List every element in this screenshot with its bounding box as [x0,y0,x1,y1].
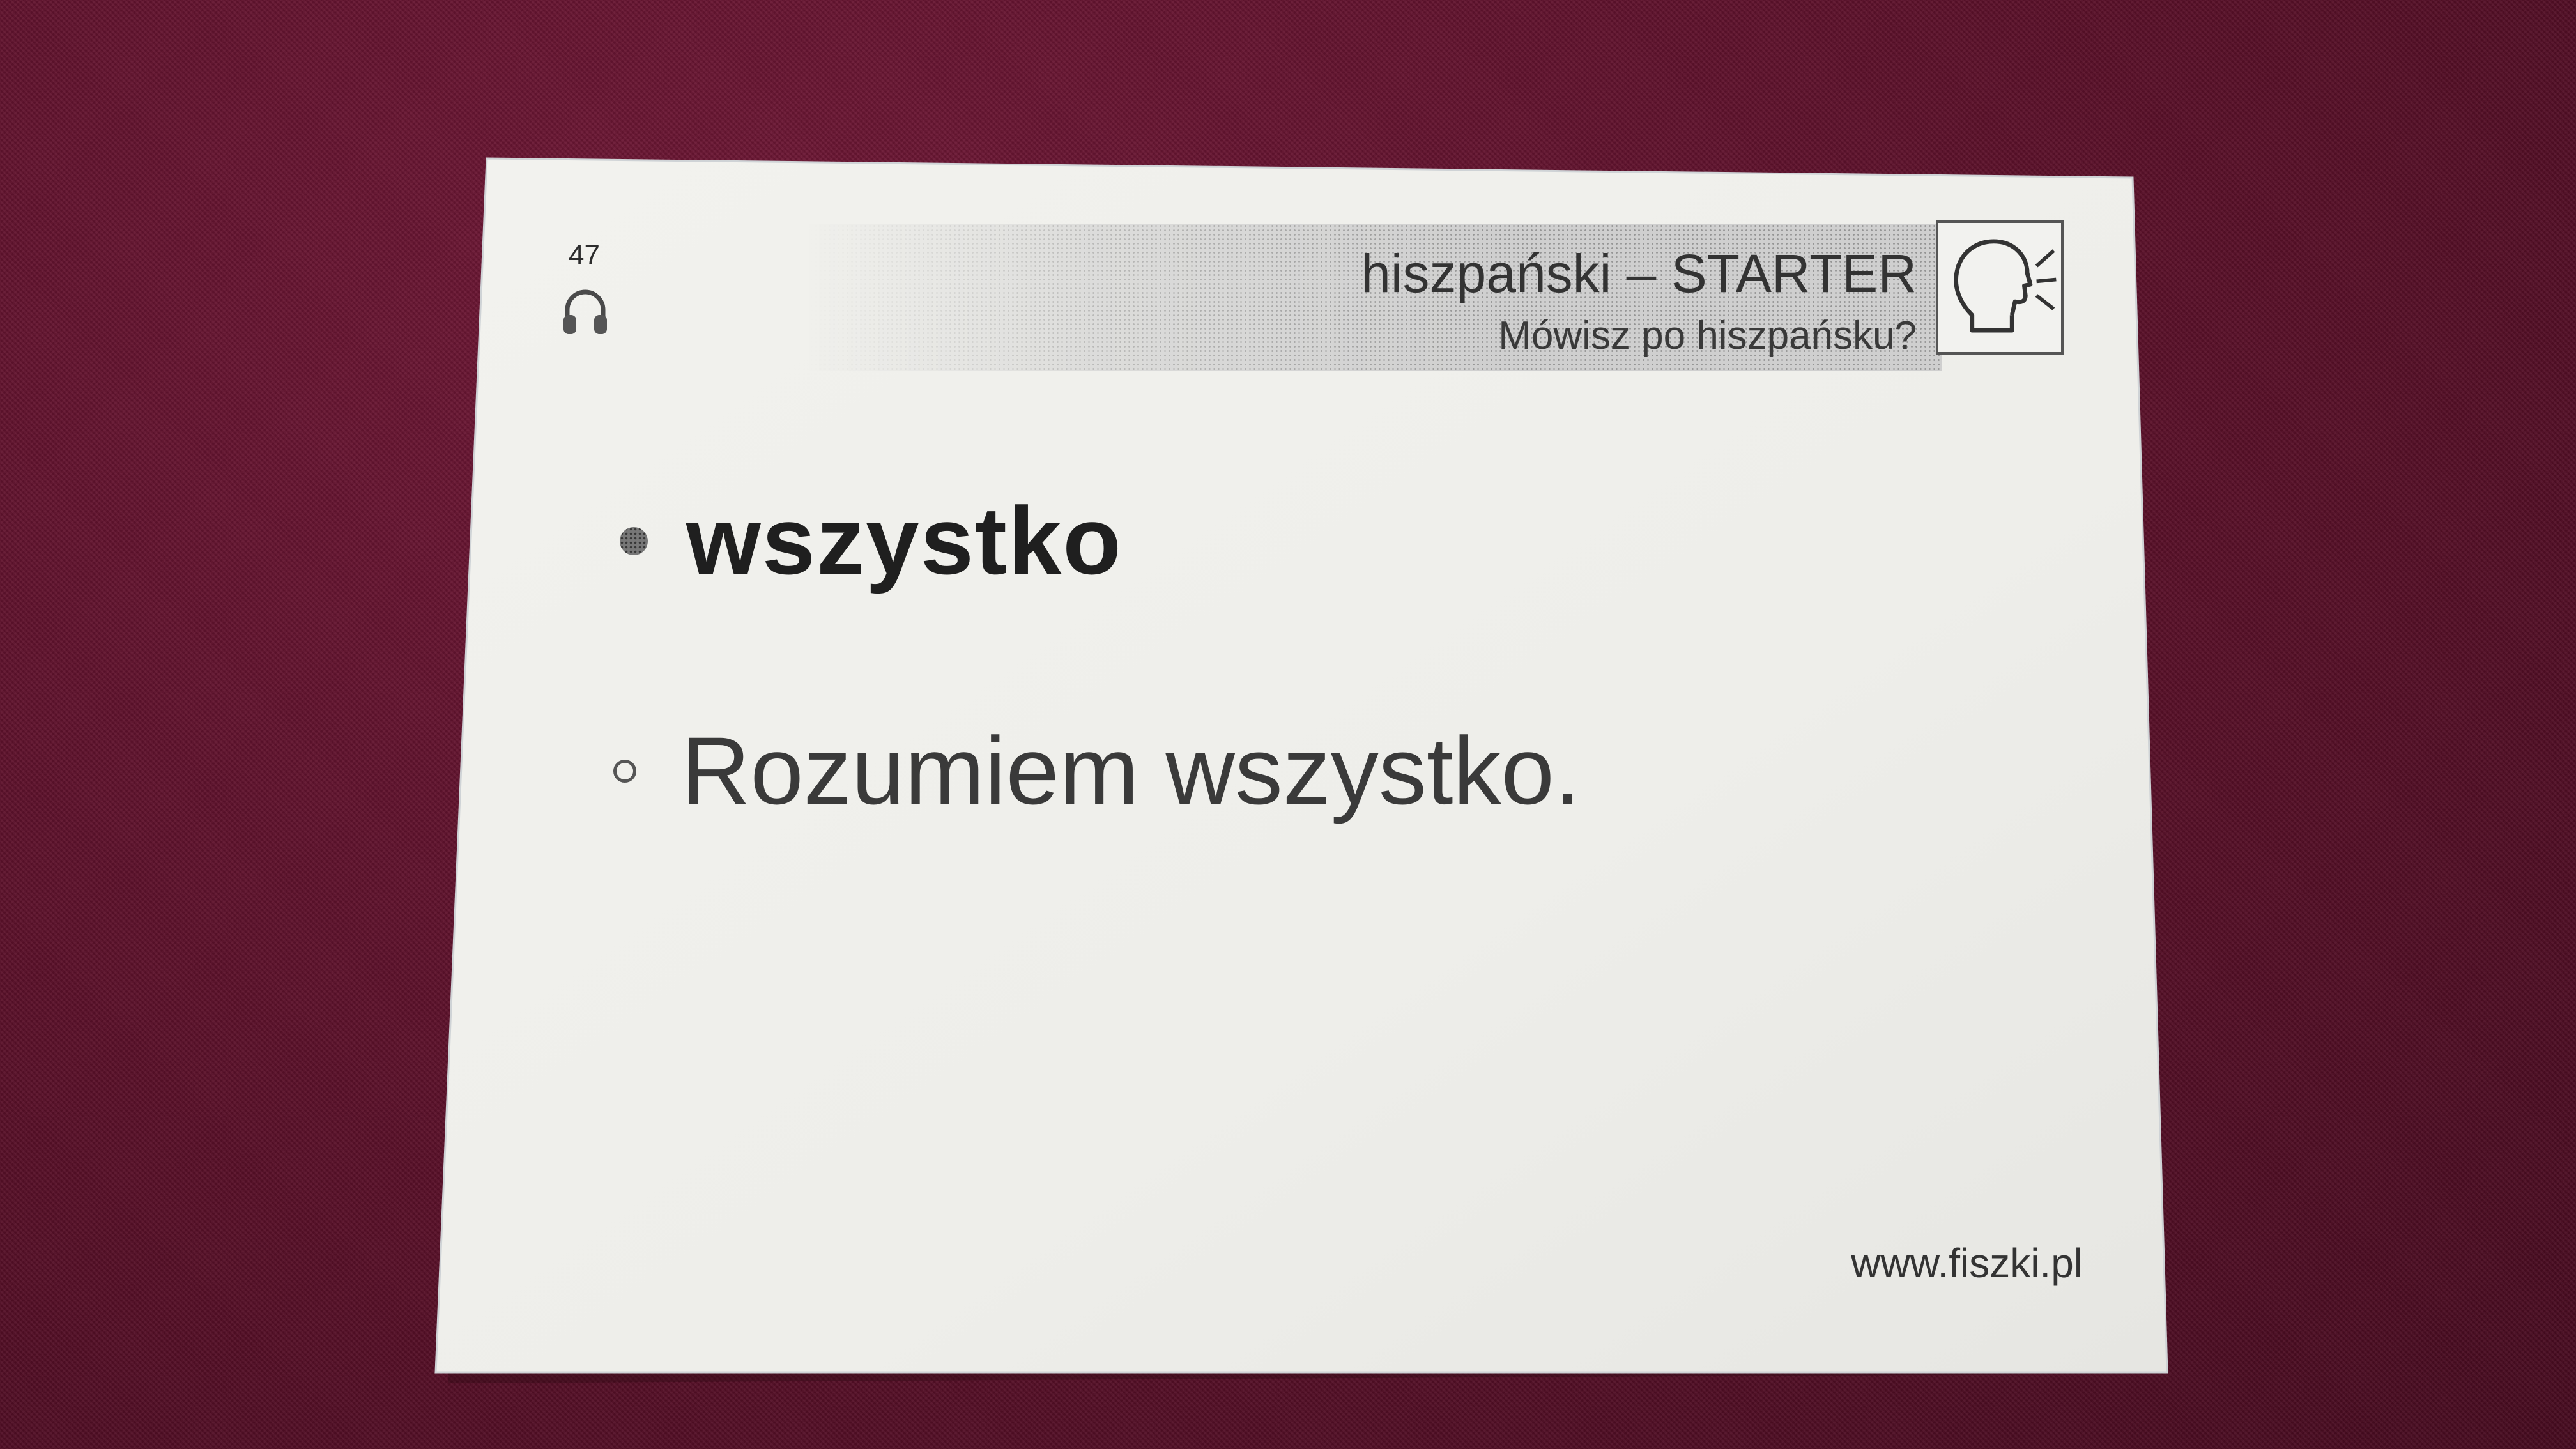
empty-bullet-icon [613,759,636,783]
flashcard: 47 hiszpański – STARTER Mówisz po hiszpa… [0,0,2576,1449]
website-label: www.fiszki.pl [1851,1240,2083,1286]
word-row: wszystko [620,486,1123,596]
vocabulary-word: wszystko [686,487,1123,594]
filled-bullet-icon [620,526,648,555]
card-number: 47 [569,240,600,271]
course-title: hiszpański – STARTER [1361,243,1917,303]
card-content: 47 hiszpański – STARTER Mówisz po hiszpa… [447,160,2159,1374]
speaking-head-icon [1936,220,2064,355]
course-subtitle: Mówisz po hiszpańsku? [1498,314,1917,358]
example-sentence: Rozumiem wszystko. [681,717,1581,824]
headphones-icon [560,284,611,342]
sentence-row: Rozumiem wszystko. [613,716,1581,826]
